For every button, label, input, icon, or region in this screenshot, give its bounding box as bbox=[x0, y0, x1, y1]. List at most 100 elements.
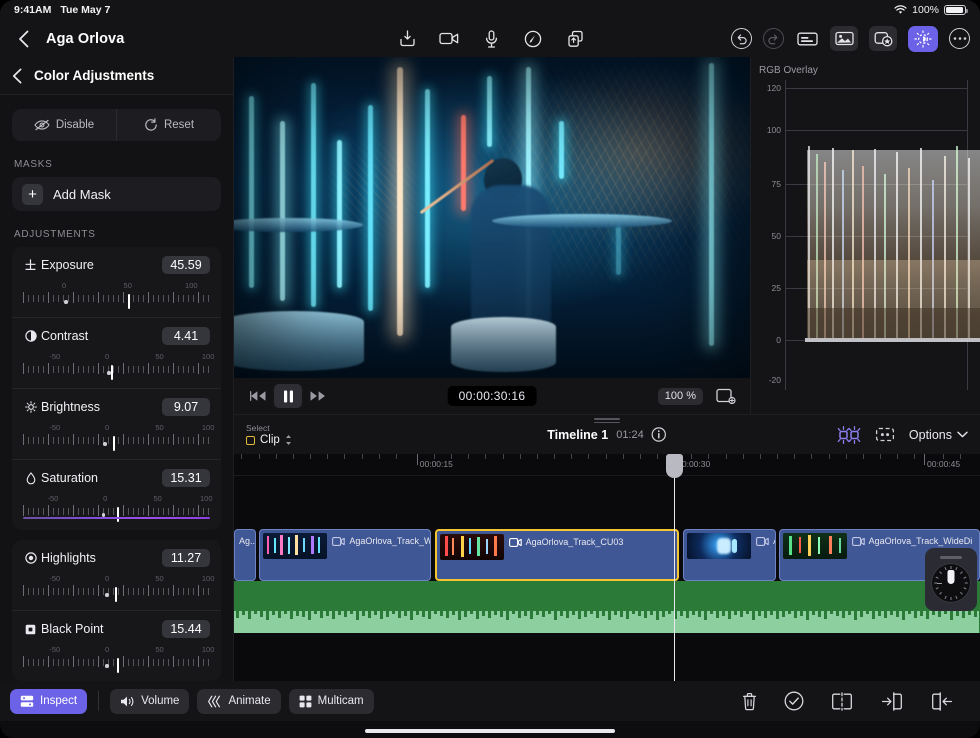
status-date: Tue May 7 bbox=[60, 4, 110, 16]
tick-label: 100 bbox=[202, 645, 215, 654]
main-body: Color Adjustments Disable Reset bbox=[0, 57, 980, 681]
timeline-playhead[interactable] bbox=[674, 454, 675, 681]
adjustment-saturation-slider[interactable]: -50 0 50 100 bbox=[23, 494, 210, 524]
options-button[interactable]: Options bbox=[909, 428, 968, 442]
inspector-back-chevron-icon[interactable] bbox=[12, 68, 22, 84]
up-down-chevrons-icon[interactable] bbox=[285, 434, 292, 446]
reset-label: Reset bbox=[164, 119, 194, 131]
rgb-overlay-scope[interactable]: RGB Overlay 120 100 75 50 25 bbox=[750, 57, 980, 414]
duplicate-copy-icon[interactable] bbox=[563, 27, 587, 51]
disable-button[interactable]: Disable bbox=[12, 109, 116, 141]
add-mask-button[interactable]: + Add Mask bbox=[12, 177, 221, 211]
tick-label: 100 bbox=[202, 352, 215, 361]
draw-annotate-icon[interactable] bbox=[521, 27, 545, 51]
multicam-button[interactable]: Multicam bbox=[289, 689, 374, 714]
timeline-ruler[interactable]: 00:00:15 00:00:30 00:00:45 bbox=[234, 454, 980, 476]
video-preview[interactable] bbox=[234, 57, 750, 378]
back-chevron-icon[interactable] bbox=[10, 26, 36, 52]
titles-captions-icon[interactable] bbox=[795, 27, 819, 51]
playhead-handle[interactable] bbox=[666, 454, 683, 478]
more-ellipsis-icon[interactable] bbox=[949, 28, 970, 49]
clip-label: AgaOrlova_Track_CU03 bbox=[509, 537, 624, 547]
timeline-name: Timeline 1 bbox=[547, 428, 608, 442]
undo-icon[interactable] bbox=[731, 28, 752, 49]
clip-label: AgaOrlova_Track_WideDi bbox=[852, 536, 973, 546]
tick-label: 0 bbox=[62, 281, 66, 290]
info-circle-icon[interactable] bbox=[652, 427, 667, 442]
pause-icon[interactable] bbox=[274, 384, 302, 408]
jog-wheel[interactable] bbox=[925, 548, 977, 611]
table-row[interactable]: Ag... bbox=[234, 529, 256, 581]
slider-knob[interactable] bbox=[115, 587, 117, 602]
table-row[interactable]: A... bbox=[683, 529, 776, 581]
microphone-icon[interactable] bbox=[479, 27, 503, 51]
video-camera-icon[interactable] bbox=[437, 27, 461, 51]
slider-ticklabels: 0 50 100 bbox=[23, 281, 210, 291]
slider-knob[interactable] bbox=[117, 507, 119, 522]
trash-icon[interactable] bbox=[741, 692, 758, 711]
adjustment-highlights-value[interactable]: 11.27 bbox=[162, 549, 210, 567]
dial-indicator bbox=[948, 570, 955, 584]
slider-knob[interactable] bbox=[128, 294, 130, 309]
color-adjustments-icon[interactable] bbox=[908, 26, 938, 52]
tick-label: -50 bbox=[49, 423, 60, 432]
trim-start-icon[interactable] bbox=[880, 692, 904, 711]
audio-track-lane[interactable] bbox=[234, 581, 980, 633]
check-circle-icon[interactable] bbox=[784, 691, 804, 711]
adjustment-black-point-value[interactable]: 15.44 bbox=[162, 620, 210, 638]
scope-ytick: -20 bbox=[759, 375, 781, 385]
zoom-unit: % bbox=[686, 390, 696, 402]
table-row[interactable]: AgaOrlova_Track_CU03 bbox=[435, 529, 680, 581]
adjustment-brightness-slider[interactable]: -50 0 50 100 bbox=[23, 423, 210, 453]
slider-knob[interactable] bbox=[113, 436, 115, 451]
preview-vignette bbox=[234, 57, 750, 378]
adjustment-saturation-value[interactable]: 15.31 bbox=[162, 469, 210, 487]
viewer-timecode[interactable]: 00:00:30:16 bbox=[448, 386, 537, 406]
media-library-icon[interactable] bbox=[830, 26, 858, 51]
reset-arrow-icon bbox=[144, 118, 158, 132]
adjustment-contrast-value[interactable]: 4.41 bbox=[162, 327, 210, 345]
trim-end-icon[interactable] bbox=[930, 692, 954, 711]
split-clip-icon[interactable] bbox=[830, 692, 854, 711]
adjustment-brightness-value[interactable]: 9.07 bbox=[162, 398, 210, 416]
slider-knob[interactable] bbox=[111, 365, 113, 380]
clip-name: AgaOrlova_Track_Wid... bbox=[349, 536, 431, 546]
viewer-zoom-level[interactable]: 100 % bbox=[658, 388, 703, 405]
clip-name: Ag... bbox=[239, 536, 256, 546]
highlights-icon bbox=[23, 552, 38, 564]
effects-star-icon[interactable] bbox=[869, 26, 897, 51]
adjustment-contrast-slider[interactable]: -50 0 50 100 bbox=[23, 352, 210, 382]
jog-dial[interactable] bbox=[931, 563, 971, 603]
fast-forward-icon[interactable] bbox=[304, 384, 332, 408]
rewind-icon[interactable] bbox=[244, 384, 272, 408]
adjustment-highlights-slider[interactable]: -50 0 50 100 bbox=[23, 574, 210, 604]
volume-button[interactable]: Volume bbox=[110, 689, 189, 714]
adjustment-black-point-slider[interactable]: -50 0 50 100 bbox=[23, 645, 210, 675]
timeline-track-area[interactable]: 00:00:15 00:00:30 00:00:45 Ag... bbox=[234, 454, 980, 681]
selection-mode[interactable]: Select Clip bbox=[246, 423, 292, 446]
transport-controls bbox=[244, 384, 332, 408]
table-row[interactable]: AgaOrlova_Track_Wid... bbox=[259, 529, 431, 581]
snap-magnet-icon[interactable] bbox=[837, 425, 861, 445]
adjustment-exposure-slider[interactable]: 0 50 100 bbox=[23, 281, 210, 311]
fit-to-screen-icon[interactable] bbox=[712, 384, 740, 408]
home-indicator[interactable] bbox=[365, 729, 615, 733]
fit-timeline-icon[interactable] bbox=[874, 425, 896, 444]
drag-grip-icon[interactable] bbox=[594, 418, 620, 425]
import-media-icon[interactable] bbox=[395, 27, 419, 51]
slider-knob[interactable] bbox=[117, 658, 119, 673]
inspect-button[interactable]: Inspect bbox=[10, 689, 87, 714]
clip-name: AgaOrlova_Track_WideDi bbox=[869, 536, 973, 546]
saturation-gradient-bar bbox=[23, 517, 210, 519]
inspector-scroll: Disable Reset MASKS + Add Mask ADJUSTMEN… bbox=[0, 95, 233, 681]
tick-label: -50 bbox=[49, 352, 60, 361]
adjustment-exposure-value[interactable]: 45.59 bbox=[162, 256, 210, 274]
scope-ytick: 120 bbox=[759, 83, 781, 93]
wifi-icon bbox=[894, 5, 907, 15]
redo-icon[interactable] bbox=[763, 28, 784, 49]
animate-button[interactable]: Animate bbox=[197, 689, 280, 714]
tick-label: 0 bbox=[105, 352, 109, 361]
reset-button[interactable]: Reset bbox=[116, 109, 221, 141]
add-mask-label: Add Mask bbox=[53, 187, 111, 202]
drag-grip-icon[interactable] bbox=[940, 556, 962, 559]
